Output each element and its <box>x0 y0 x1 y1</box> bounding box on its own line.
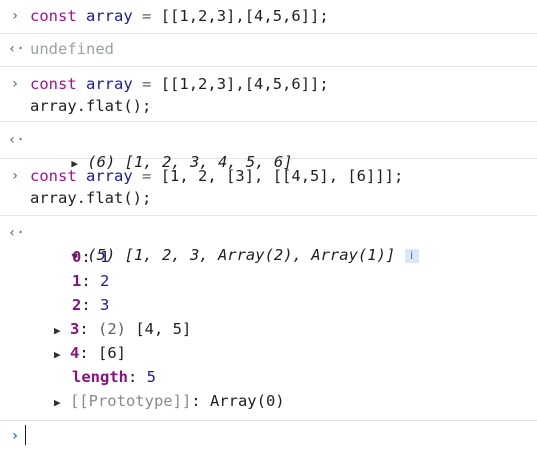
output-arrow-icon: ‹· <box>8 132 25 148</box>
array-item-1: 1: 2 <box>72 272 110 290</box>
console-input-line: const array = [[1,2,3],[4,5,6]]; <box>30 75 329 93</box>
output-arrow-icon: ‹· <box>8 41 25 57</box>
console-entry-2-input: › const array = [[1,2,3],[4,5,6]]; array… <box>0 67 537 122</box>
info-icon[interactable]: i <box>404 249 419 263</box>
console-input-line: const array = [[1,2,3],[4,5,6]]; <box>30 7 329 25</box>
expand-triangle-icon[interactable]: ▶ <box>54 320 61 342</box>
console-input-line: const array = [1, 2, [3], [[4,5], [6]]]; <box>30 167 404 185</box>
array-item-0: 0: 1 <box>72 248 110 266</box>
console-input-line-2: array.flat(); <box>30 189 152 207</box>
array-item-4[interactable]: ▶ 4: [6] <box>54 342 126 366</box>
console-entry-1-input: › const array = [[1,2,3],[4,5,6]]; <box>0 0 537 34</box>
console-output-undefined: undefined <box>30 40 114 58</box>
console-entry-1-output: ‹· undefined <box>0 34 537 67</box>
expand-triangle-icon[interactable]: ▶ <box>54 344 61 366</box>
array-length: length: 5 <box>72 368 157 386</box>
prompt-chevron-icon: › <box>10 428 20 444</box>
console-input[interactable] <box>25 425 26 447</box>
text-caret <box>25 425 26 445</box>
input-chevron-icon: › <box>10 76 20 92</box>
input-chevron-icon: › <box>10 8 20 24</box>
array-item-3[interactable]: ▶ 3: (2) [4, 5] <box>54 318 191 342</box>
console-entry-3-input: › const array = [1, 2, [3], [[4,5], [6]]… <box>0 159 537 216</box>
console-entry-3-output: ‹· ▼ (5) [1, 2, 3, Array(2), Array(1)] i… <box>0 216 537 421</box>
console-prompt[interactable]: › <box>0 421 537 458</box>
expand-triangle-icon[interactable]: ▶ <box>54 392 61 414</box>
console-input-line-2: array.flat(); <box>30 97 152 115</box>
output-arrow-icon: ‹· <box>8 225 25 241</box>
array-item-2: 2: 3 <box>72 296 110 314</box>
console-entry-2-output: ‹· ▶ (6) [1, 2, 3, 4, 5, 6] <box>0 122 537 171</box>
array-prototype[interactable]: ▶ [[Prototype]]: Array(0) <box>54 390 285 414</box>
input-chevron-icon: › <box>10 168 20 184</box>
